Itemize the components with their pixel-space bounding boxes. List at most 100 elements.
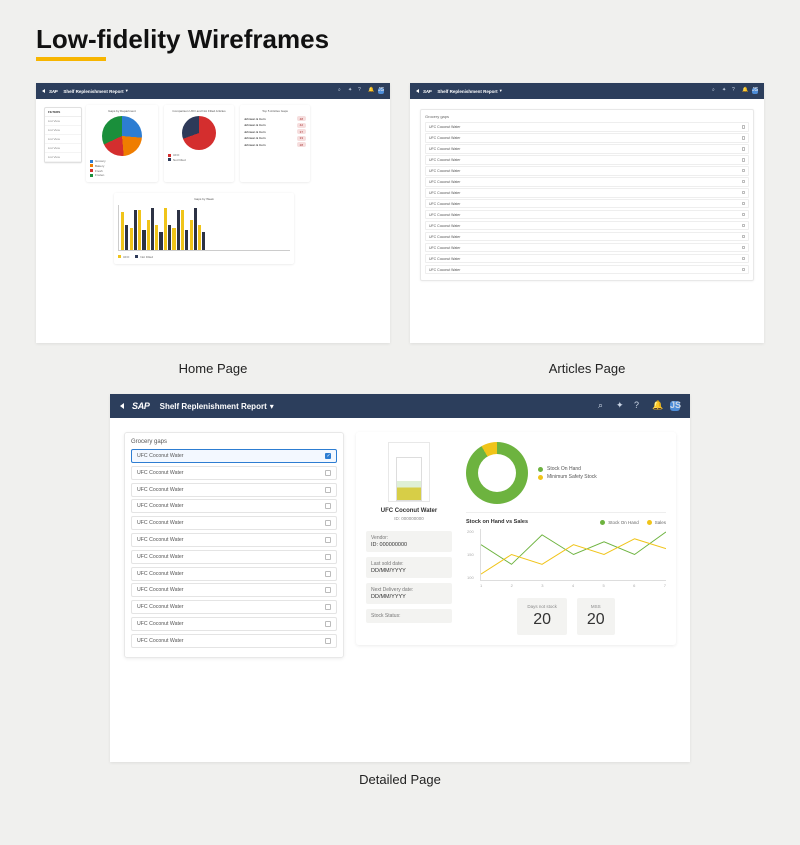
list-item[interactable]: UFC Coconut Water: [131, 617, 337, 631]
checkbox-icon[interactable]: [325, 571, 331, 577]
checkbox-icon[interactable]: [325, 554, 331, 560]
back-icon[interactable]: [416, 89, 419, 93]
checkbox-icon[interactable]: [742, 180, 746, 184]
list-item[interactable]: UFC Coconut Water: [425, 265, 749, 275]
filter-item[interactable]: List View: [45, 144, 81, 153]
list-item[interactable]: UFC Coconut Water: [425, 199, 749, 209]
back-icon[interactable]: [120, 403, 124, 409]
product-name: UFC Coconut Water: [366, 508, 452, 514]
title-underline: [36, 57, 106, 61]
checkbox-icon[interactable]: [742, 257, 746, 261]
wireframe-detailed: SAP Shelf Replenishment Report ▾ ⌕ ✦ ? 🔔…: [110, 394, 690, 762]
checkbox-icon[interactable]: [742, 268, 746, 272]
list-item[interactable]: UFC Coconut Water: [131, 466, 337, 480]
filter-item[interactable]: List View: [45, 117, 81, 126]
checkbox-icon[interactable]: [742, 169, 746, 173]
list-item[interactable]: UFC Coconut Water: [131, 533, 337, 547]
app-title: Shelf Replenishment Report: [63, 89, 123, 94]
sap-logo: SAP: [423, 89, 431, 94]
checkbox-icon[interactable]: [742, 147, 746, 151]
copilot-icon[interactable]: ✦: [616, 401, 626, 411]
list-item[interactable]: UFC Coconut Water: [131, 483, 337, 497]
checkbox-icon[interactable]: [325, 487, 331, 493]
list-item[interactable]: UFC Coconut Water: [425, 254, 749, 264]
wireframe-articles: SAP Shelf Replenishment Report ▾ ⌕ ✦ ? 🔔…: [410, 83, 764, 343]
filter-item[interactable]: List View: [45, 126, 81, 135]
checkbox-icon[interactable]: [742, 125, 746, 129]
avatar[interactable]: JS: [752, 88, 758, 94]
next-delivery-box: Next Delivery date: DD/MM/YYYY: [366, 583, 452, 604]
checkbox-icon[interactable]: [742, 213, 746, 217]
list-item[interactable]: UFC Coconut Water: [425, 133, 749, 143]
list-item[interactable]: UFC Coconut Water: [425, 210, 749, 220]
list-item[interactable]: UFC Coconut Water: [131, 516, 337, 530]
pie-legend: Grocery Bakery Fresh Frozen: [90, 159, 154, 177]
list-item[interactable]: UFC Coconut Water: [425, 166, 749, 176]
sap-logo: SAP: [49, 89, 57, 94]
list-item[interactable]: UFC Coconut Water: [131, 634, 337, 648]
bell-icon[interactable]: 🔔: [368, 88, 374, 94]
back-icon[interactable]: [42, 89, 45, 93]
list-item[interactable]: UFC Coconut Water: [131, 550, 337, 564]
checkbox-icon[interactable]: [742, 246, 746, 250]
filter-item[interactable]: List View: [45, 153, 81, 162]
list-item[interactable]: UFC Coconut Water: [425, 155, 749, 165]
line-chart-card: Stock on Hand vs Sales Stock On Hand Sal…: [466, 512, 666, 588]
checkbox-icon[interactable]: [325, 470, 331, 476]
card-gaps-by-week: Gaps by Week UFO: [114, 193, 294, 264]
sap-logo: SAP: [132, 401, 150, 411]
checkbox-icon[interactable]: [742, 191, 746, 195]
list-item[interactable]: UFC Coconut Water: [425, 122, 749, 132]
checkbox-icon[interactable]: [325, 503, 331, 509]
pie-legend: UFO Not Filled: [168, 153, 230, 162]
checkbox-icon[interactable]: [325, 604, 331, 610]
chevron-down-icon[interactable]: ▾: [270, 402, 274, 411]
checkbox-icon[interactable]: [325, 520, 331, 526]
list-item[interactable]: UFC Coconut Water: [131, 567, 337, 581]
list-item[interactable]: UFC Coconut Water: [425, 188, 749, 198]
checkbox-icon[interactable]: [742, 202, 746, 206]
help-icon[interactable]: ?: [634, 401, 644, 411]
list-item[interactable]: UFC Coconut Water: [131, 600, 337, 614]
avatar[interactable]: JS: [378, 88, 384, 94]
app-title: Shelf Replenishment Report: [437, 89, 497, 94]
list-item[interactable]: UFC Coconut Water: [425, 243, 749, 253]
bell-icon[interactable]: 🔔: [652, 401, 662, 411]
checkbox-icon[interactable]: [325, 587, 331, 593]
search-icon[interactable]: ⌕: [712, 88, 718, 94]
chevron-down-icon[interactable]: ▾: [500, 88, 502, 94]
list-item[interactable]: UFC Coconut Water: [131, 449, 337, 463]
caption-home: Home Page: [36, 361, 390, 376]
copilot-icon[interactable]: ✦: [722, 88, 728, 94]
copilot-icon[interactable]: ✦: [348, 88, 354, 94]
wireframe-home: SAP Shelf Replenishment Report ▾ ⌕ ✦ ? 🔔…: [36, 83, 390, 343]
list-item[interactable]: UFC Coconut Water: [425, 221, 749, 231]
help-icon[interactable]: ?: [358, 88, 364, 94]
bar-legend: UFO Not Filled: [118, 254, 290, 260]
list-item[interactable]: UFC Coconut Water: [425, 177, 749, 187]
line-legend: Stock On Hand Sales: [600, 520, 666, 525]
filters-panel: FILTERS List View List View List View Li…: [44, 107, 82, 163]
search-icon[interactable]: ⌕: [338, 88, 344, 94]
chevron-down-icon[interactable]: ▾: [126, 88, 128, 94]
list-item[interactable]: UFC Coconut Water: [425, 144, 749, 154]
list-item[interactable]: UFC Coconut Water: [425, 232, 749, 242]
filter-item[interactable]: List View: [45, 135, 81, 144]
checkbox-icon[interactable]: [325, 453, 331, 459]
checkbox-icon[interactable]: [742, 224, 746, 228]
list-item[interactable]: UFC Coconut Water: [131, 583, 337, 597]
list-item[interactable]: UFC Coconut Water: [131, 499, 337, 513]
detail-card: UFC Coconut Water ID: 000000000 Vendor: …: [356, 432, 676, 645]
bell-icon[interactable]: 🔔: [742, 88, 748, 94]
checkbox-icon[interactable]: [325, 621, 331, 627]
avatar[interactable]: JS: [670, 401, 680, 411]
checkbox-icon[interactable]: [742, 158, 746, 162]
checkbox-icon[interactable]: [742, 136, 746, 140]
checkbox-icon[interactable]: [325, 537, 331, 543]
checkbox-icon[interactable]: [742, 235, 746, 239]
checkbox-icon[interactable]: [325, 638, 331, 644]
help-icon[interactable]: ?: [732, 88, 738, 94]
stat-row: Days not stock 20 MSS 20: [466, 598, 666, 635]
search-icon[interactable]: ⌕: [598, 401, 608, 411]
app-header: SAP Shelf Replenishment Report ▾ ⌕ ✦ ? 🔔…: [410, 83, 764, 99]
